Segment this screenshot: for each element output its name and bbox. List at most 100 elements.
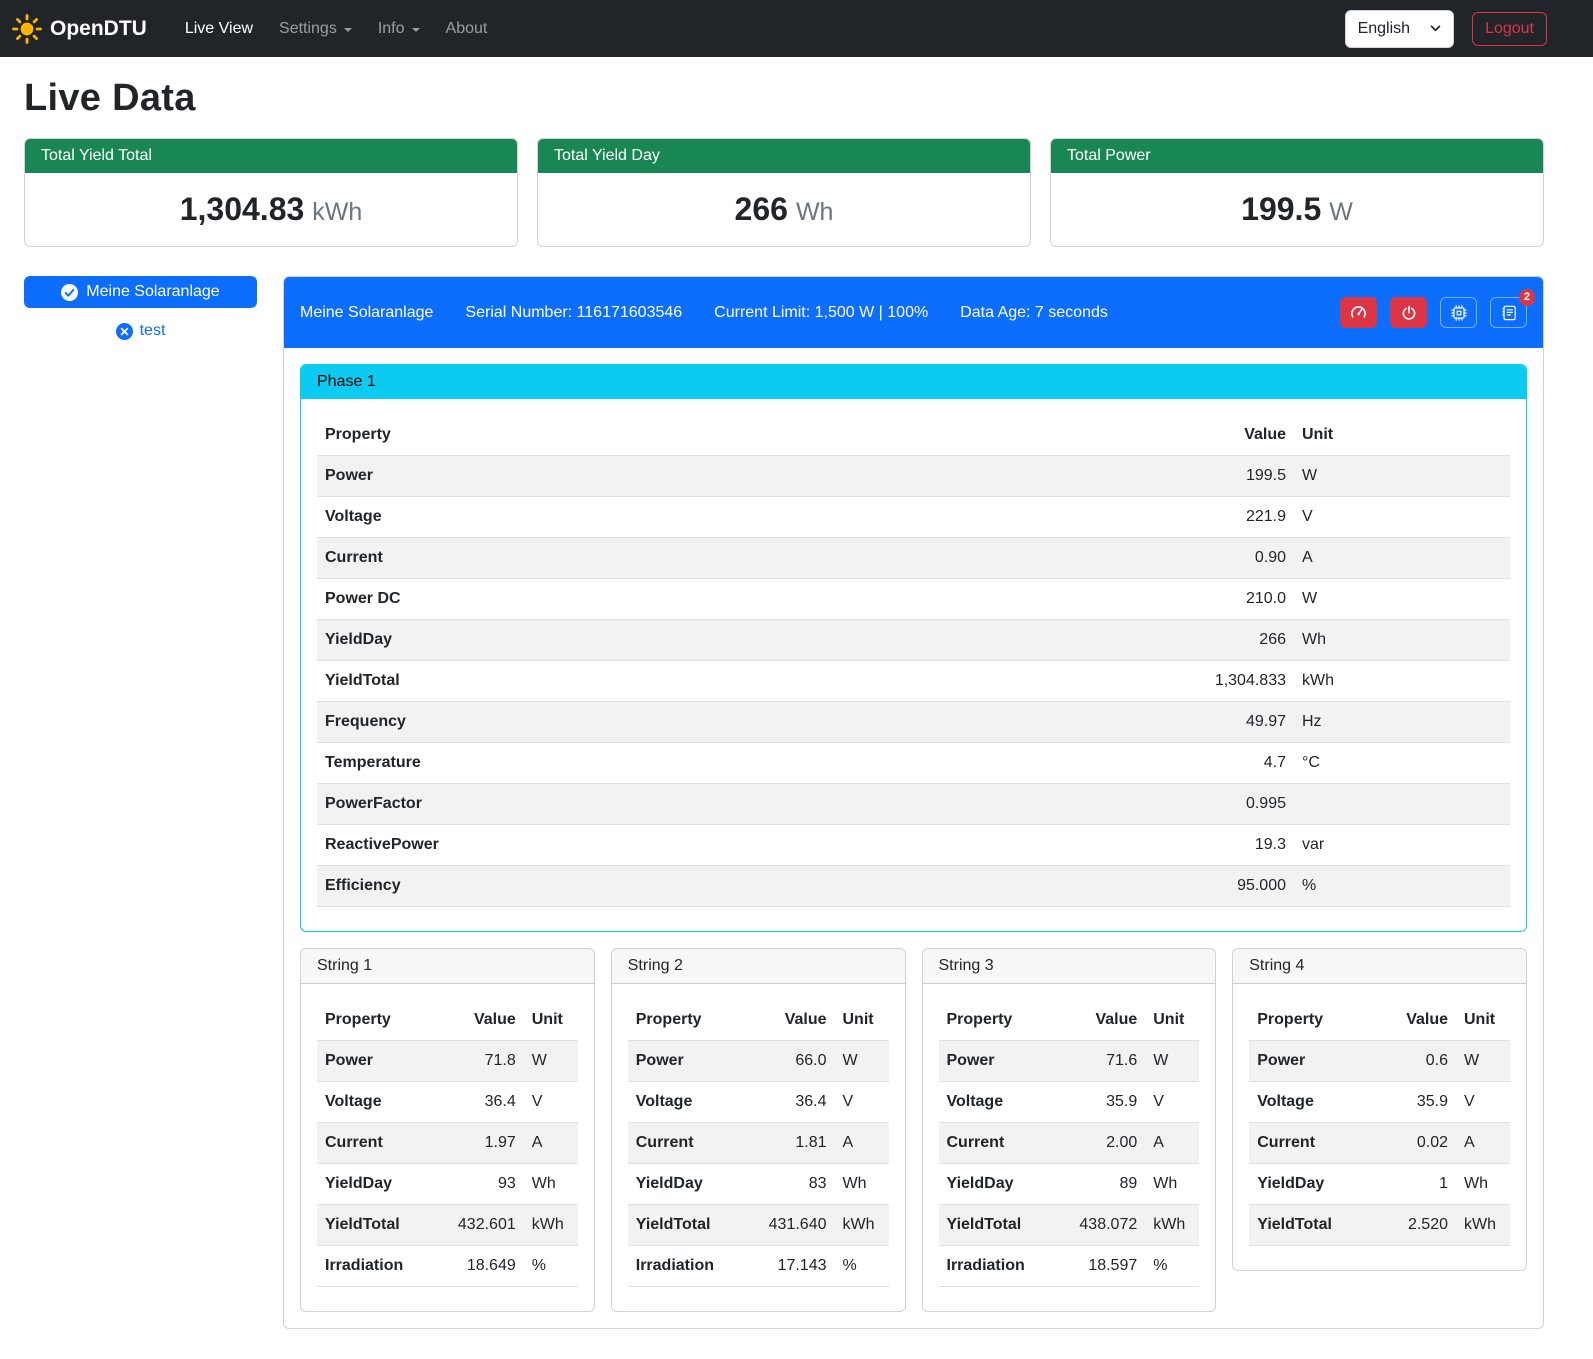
table-header-row: Property Value Unit bbox=[939, 1000, 1200, 1041]
row-unit: kWh bbox=[1145, 1205, 1199, 1246]
current-limit: Current Limit: 1,500 W | 100% bbox=[714, 304, 928, 322]
string-card-4: String 4 Property Value Unit bbox=[1232, 948, 1527, 1271]
table-row: YieldDay1Wh bbox=[1249, 1164, 1510, 1205]
table-row: Frequency49.97Hz bbox=[317, 702, 1510, 743]
row-value: 210.0 bbox=[1154, 579, 1294, 620]
power-button[interactable] bbox=[1390, 297, 1427, 328]
row-unit: kWh bbox=[835, 1205, 889, 1246]
table-row: YieldTotal431.640kWh bbox=[628, 1205, 889, 1246]
serial-number: Serial Number: 116171603546 bbox=[465, 304, 682, 322]
row-property: Power bbox=[628, 1041, 757, 1082]
summary-card-title: Total Yield Day bbox=[538, 139, 1030, 173]
summary-card-title: Total Yield Total bbox=[25, 139, 517, 173]
inverter-item-test[interactable]: test bbox=[24, 322, 257, 340]
row-value: 36.4 bbox=[446, 1082, 524, 1123]
string-table: Property Value Unit Power71.8WVoltage36.… bbox=[317, 1000, 578, 1287]
row-value: 93 bbox=[446, 1164, 524, 1205]
row-unit: °C bbox=[1294, 743, 1510, 784]
column-value: Value bbox=[1154, 415, 1294, 456]
row-property: PowerFactor bbox=[317, 784, 1154, 825]
column-value: Value bbox=[446, 1000, 524, 1041]
row-value: 0.6 bbox=[1378, 1041, 1456, 1082]
row-unit: A bbox=[835, 1123, 889, 1164]
row-property: Current bbox=[317, 1123, 446, 1164]
table-row: Current1.81A bbox=[628, 1123, 889, 1164]
sun-icon bbox=[12, 14, 42, 44]
string-table: Property Value Unit Power0.6WVoltage35.9… bbox=[1249, 1000, 1510, 1246]
language-select[interactable]: English bbox=[1345, 10, 1454, 48]
nav-item-info[interactable]: Info bbox=[368, 12, 430, 46]
table-row: YieldTotal2.520kWh bbox=[1249, 1205, 1510, 1246]
row-property: Irradiation bbox=[628, 1246, 757, 1287]
inverter-name: Meine Solaranlage bbox=[300, 304, 433, 322]
x-circle-icon bbox=[116, 323, 133, 340]
table-row: Voltage221.9V bbox=[317, 497, 1510, 538]
phase-card: Phase 1 Property Value Unit Power199.5WV… bbox=[300, 364, 1527, 932]
device-info-button[interactable] bbox=[1440, 297, 1477, 328]
content-row: Meine Solaranlage test Meine Solaranlage… bbox=[24, 276, 1544, 1329]
summary-unit: kWh bbox=[312, 198, 362, 226]
row-unit: var bbox=[1294, 825, 1510, 866]
summary-unit: W bbox=[1329, 198, 1353, 226]
row-property: Current bbox=[628, 1123, 757, 1164]
string-table: Property Value Unit Power66.0WVoltage36.… bbox=[628, 1000, 889, 1287]
row-property: YieldTotal bbox=[317, 1205, 446, 1246]
row-property: Irradiation bbox=[939, 1246, 1068, 1287]
table-row: YieldDay93Wh bbox=[317, 1164, 578, 1205]
inverter-select-button[interactable]: Meine Solaranlage bbox=[24, 276, 257, 308]
column-property: Property bbox=[317, 1000, 446, 1041]
row-property: YieldTotal bbox=[1249, 1205, 1378, 1246]
column-unit: Unit bbox=[1145, 1000, 1199, 1041]
table-row: Current2.00A bbox=[939, 1123, 1200, 1164]
row-property: YieldDay bbox=[1249, 1164, 1378, 1205]
row-property: Current bbox=[1249, 1123, 1378, 1164]
summary-unit: Wh bbox=[796, 198, 834, 226]
row-property: YieldDay bbox=[317, 1164, 446, 1205]
nav-item-settings[interactable]: Settings bbox=[269, 12, 362, 46]
row-unit: W bbox=[1294, 579, 1510, 620]
nav-item-live-view[interactable]: Live View bbox=[175, 12, 263, 46]
row-property: YieldDay bbox=[939, 1164, 1068, 1205]
table-row: Current0.02A bbox=[1249, 1123, 1510, 1164]
table-row: Irradiation17.143% bbox=[628, 1246, 889, 1287]
gauge-icon bbox=[1350, 304, 1367, 321]
table-row: YieldDay266Wh bbox=[317, 620, 1510, 661]
row-unit: Wh bbox=[1145, 1164, 1199, 1205]
row-unit: V bbox=[524, 1082, 578, 1123]
summary-card-yield-day: Total Yield Day 266Wh bbox=[537, 138, 1031, 247]
row-unit: kWh bbox=[1456, 1205, 1510, 1246]
row-unit: V bbox=[1456, 1082, 1510, 1123]
limit-settings-button[interactable] bbox=[1340, 297, 1377, 328]
row-property: Power bbox=[317, 456, 1154, 497]
table-row: ReactivePower19.3var bbox=[317, 825, 1510, 866]
row-value: 2.00 bbox=[1067, 1123, 1145, 1164]
table-row: Power199.5W bbox=[317, 456, 1510, 497]
string-card-1: String 1 Property Value Unit bbox=[300, 948, 595, 1312]
row-unit: W bbox=[524, 1041, 578, 1082]
row-property: YieldTotal bbox=[939, 1205, 1068, 1246]
column-unit: Unit bbox=[835, 1000, 889, 1041]
event-log-button[interactable]: 2 bbox=[1490, 297, 1527, 328]
logout-button[interactable]: Logout bbox=[1472, 12, 1547, 46]
row-value: 71.6 bbox=[1067, 1041, 1145, 1082]
brand[interactable]: OpenDTU bbox=[12, 14, 147, 44]
row-value: 438.072 bbox=[1067, 1205, 1145, 1246]
row-property: Current bbox=[939, 1123, 1068, 1164]
table-row: YieldTotal1,304.833kWh bbox=[317, 661, 1510, 702]
row-value: 199.5 bbox=[1154, 456, 1294, 497]
table-row: Power DC210.0W bbox=[317, 579, 1510, 620]
row-unit: W bbox=[1294, 456, 1510, 497]
data-age: Data Age: 7 seconds bbox=[960, 304, 1108, 322]
cpu-icon bbox=[1451, 305, 1467, 321]
table-row: Power0.6W bbox=[1249, 1041, 1510, 1082]
table-row: Current1.97A bbox=[317, 1123, 578, 1164]
nav-item-about[interactable]: About bbox=[436, 12, 498, 46]
event-count-badge: 2 bbox=[1519, 289, 1535, 306]
table-row: Irradiation18.597% bbox=[939, 1246, 1200, 1287]
check-circle-icon bbox=[61, 284, 78, 301]
chevron-down-icon bbox=[344, 28, 352, 32]
column-unit: Unit bbox=[1456, 1000, 1510, 1041]
row-unit: % bbox=[1294, 866, 1510, 907]
nav-links: Live View Settings Info About bbox=[175, 12, 1345, 46]
table-row: Efficiency95.000% bbox=[317, 866, 1510, 907]
